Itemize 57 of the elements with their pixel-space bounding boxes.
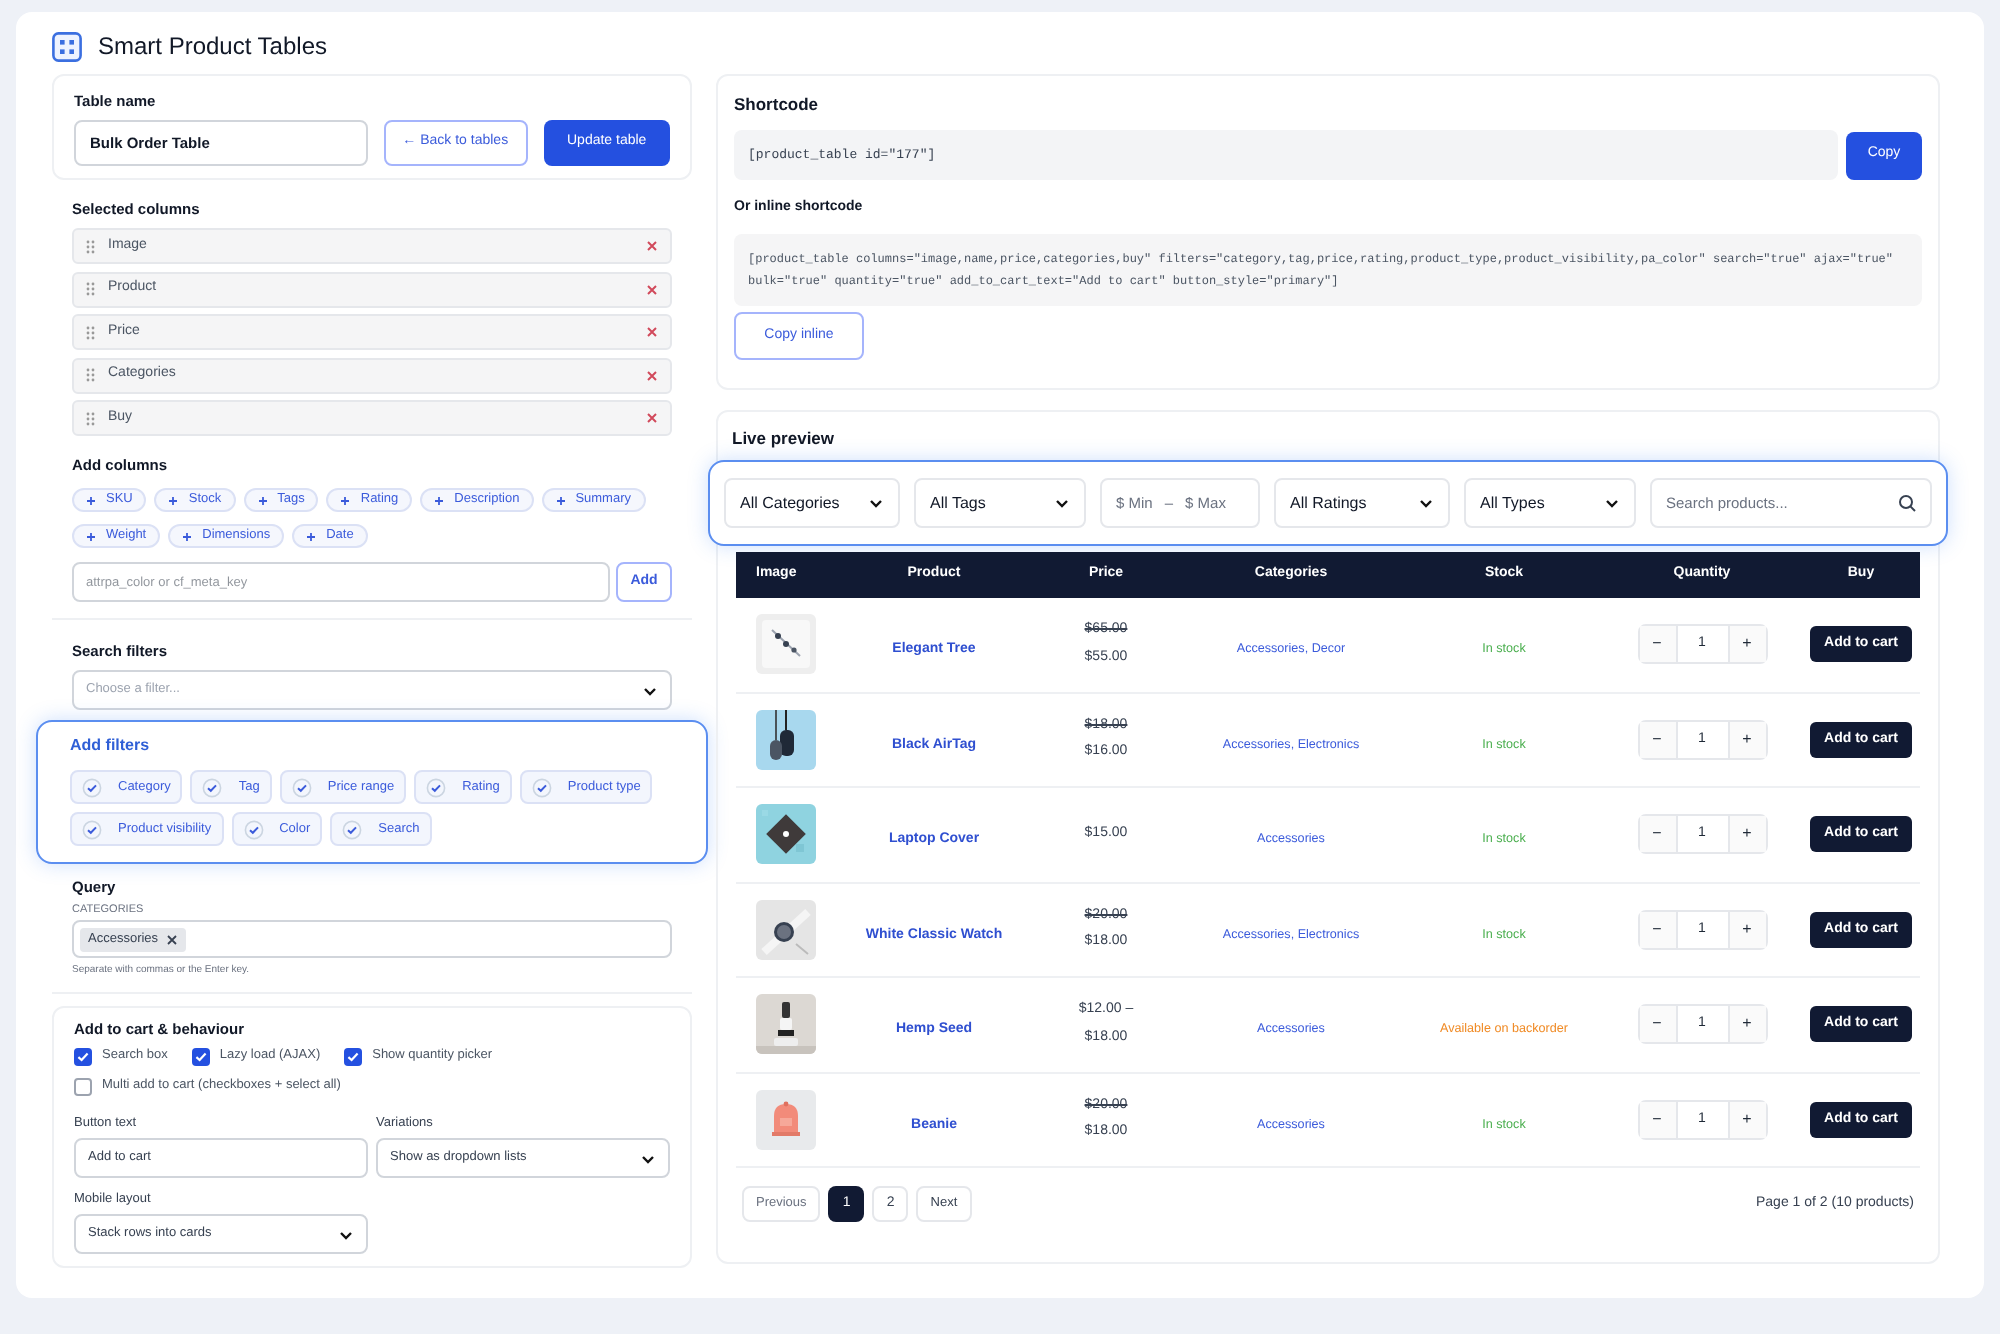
decrement-button[interactable]: − bbox=[1639, 911, 1675, 948]
filter-select[interactable]: All Tags bbox=[914, 478, 1086, 528]
decrement-button[interactable]: − bbox=[1639, 626, 1675, 663]
app-title: Smart Product Tables bbox=[98, 30, 327, 64]
plus-icon bbox=[340, 495, 351, 505]
close-icon bbox=[646, 283, 658, 295]
decrement-button[interactable]: − bbox=[1639, 1006, 1675, 1043]
increment-button[interactable]: + bbox=[1729, 1006, 1765, 1043]
close-icon bbox=[646, 326, 658, 338]
select-value: All Tags bbox=[930, 491, 986, 515]
select-value: All Categories bbox=[740, 491, 840, 515]
checkbox[interactable] bbox=[344, 1047, 363, 1065]
chevron-down-icon bbox=[868, 496, 884, 510]
plus-icon bbox=[257, 495, 268, 505]
filter-select[interactable]: All Ratings bbox=[1274, 478, 1450, 528]
close-icon bbox=[646, 369, 658, 381]
plus-icon bbox=[555, 495, 566, 505]
filter-select[interactable]: All Types bbox=[1464, 478, 1636, 528]
chevron-down-icon bbox=[338, 1227, 354, 1241]
increment-button[interactable]: + bbox=[1729, 911, 1765, 948]
plus-icon bbox=[86, 531, 96, 541]
chevron-down-icon bbox=[1054, 496, 1070, 510]
plus-icon bbox=[182, 531, 193, 541]
decrement-button[interactable]: − bbox=[1639, 816, 1675, 853]
chevron-down-icon bbox=[640, 1151, 656, 1165]
close-icon bbox=[166, 933, 179, 945]
section-heading: Shortcode bbox=[734, 92, 821, 116]
section-heading: Live preview bbox=[732, 426, 837, 450]
decrement-button[interactable]: − bbox=[1639, 1101, 1675, 1138]
drag-handle-icon bbox=[86, 411, 96, 425]
close-icon bbox=[646, 412, 658, 424]
filter-select[interactable]: All Categories bbox=[724, 478, 900, 528]
search-icon bbox=[1898, 494, 1916, 512]
plus-icon bbox=[306, 531, 317, 541]
checkbox[interactable] bbox=[74, 1047, 92, 1065]
checkbox[interactable] bbox=[191, 1047, 210, 1065]
select-value: All Ratings bbox=[1290, 491, 1367, 515]
plus-icon bbox=[434, 495, 445, 505]
app-logo-icon bbox=[52, 31, 82, 61]
increment-button[interactable]: + bbox=[1729, 721, 1765, 758]
close-icon bbox=[646, 240, 658, 252]
chevron-down-icon bbox=[1418, 496, 1434, 510]
chevron-down-icon bbox=[642, 683, 658, 697]
chevron-down-icon bbox=[1604, 496, 1620, 510]
section-heading: Add filters bbox=[70, 734, 152, 758]
select-value: All Types bbox=[1480, 491, 1545, 515]
drag-handle-icon bbox=[86, 282, 96, 296]
increment-button[interactable]: + bbox=[1729, 1101, 1765, 1138]
plus-icon bbox=[86, 495, 96, 505]
checkbox[interactable] bbox=[74, 1077, 92, 1095]
plus-icon bbox=[168, 495, 179, 505]
increment-button[interactable]: + bbox=[1729, 816, 1765, 853]
decrement-button[interactable]: − bbox=[1639, 721, 1675, 758]
drag-handle-icon bbox=[86, 239, 96, 253]
drag-handle-icon bbox=[86, 368, 96, 382]
drag-handle-icon bbox=[86, 325, 96, 339]
increment-button[interactable]: + bbox=[1729, 626, 1765, 663]
